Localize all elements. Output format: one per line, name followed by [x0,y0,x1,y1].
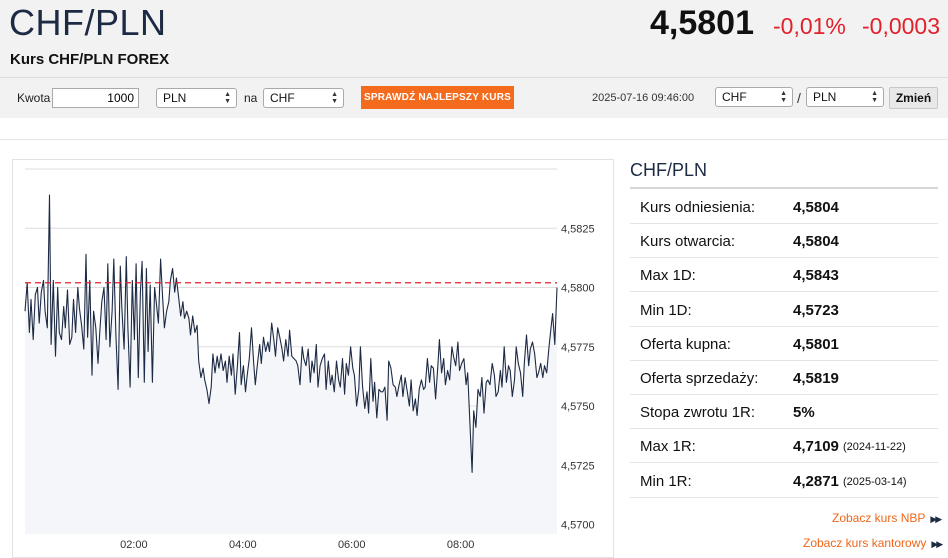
page-subtitle: Kurs CHF/PLN FOREX [10,51,170,68]
series-area [25,195,557,534]
double-chevron-icon: ▶▶ [931,539,943,549]
current-price: 4,5801 [650,4,754,42]
stats-row: Max 1R: 4,7109 (2024-11-22) [630,429,938,464]
stats-row: Kurs otwarcia: 4,5804 [630,224,938,259]
quote-datetime: 2025-07-16 09:46:00 [592,92,695,104]
change-absolute: -0,0003 [862,13,941,39]
stats-row: Min 1D: 4,5723 [630,293,938,327]
stats-date: (2024-11-22) [843,441,906,454]
to-label: na [244,91,258,105]
x-tick-label: 04:00 [229,539,257,551]
best-rate-button[interactable]: SPRAWDŹ NAJLEPSZY KURS [361,86,514,109]
stats-value: 4,2871 [793,472,839,490]
quote-currency-select[interactable]: PLN ▲ ▼ [806,87,884,107]
stats-divider [630,187,938,189]
to-currency-value: CHF [270,91,295,105]
stats-label: Kurs odniesienia: [640,199,756,216]
select-arrows-icon: ▲ ▼ [224,91,231,105]
y-tick-label: 4,5750 [561,401,595,413]
stats-label: Stopa zwrotu 1R: [640,404,756,422]
stats-label: Max 1D: [640,267,696,285]
pair-separator: / [797,90,801,106]
stats-value: 4,5804 [793,233,839,251]
y-tick-label: 4,5725 [561,460,595,472]
select-arrows-icon: ▲ ▼ [780,90,787,104]
y-tick-label: 4,5825 [561,223,595,235]
from-currency-select[interactable]: PLN ▲ ▼ [156,88,237,108]
stats-row: Stopa zwrotu 1R: 5% [630,395,938,430]
stats-label: Max 1R: [640,438,696,456]
stats-row: Min 1R: 4,2871 (2025-03-14) [630,464,938,498]
base-currency-select[interactable]: CHF ▲ ▼ [715,87,793,107]
stats-row: Oferta kupna: 4,5801 [630,327,938,361]
stats-row: Oferta sprzedaży: 4,5819 [630,361,938,395]
select-arrows-icon: ▲ ▼ [871,90,878,104]
stats-row: Max 1D: 4,5843 [630,258,938,293]
stats-value: 5% [793,404,815,422]
change-pair-button[interactable]: Zmień [889,87,938,109]
quote-header: CHF/PLN Kurs CHF/PLN FOREX 4,5801 -0,01%… [0,0,948,118]
stats-date: (2025-03-14) [843,475,907,488]
stats-row: Kurs odniesienia: 4,5804 [630,190,938,224]
stats-value: 4,5843 [793,267,839,285]
divider [0,77,948,78]
x-tick-label: 02:00 [120,539,148,551]
quote-currency-value: PLN [813,90,837,104]
x-tick-label: 06:00 [338,539,366,551]
to-currency-select[interactable]: CHF ▲ ▼ [263,88,344,108]
stats-value: 4,7109 [793,438,839,456]
price-chart: 4,5700 4,5725 4,5750 4,5775 4,5800 4,5825 02:0… [24,168,595,551]
amount-label: Kwota [17,91,51,105]
nbp-rate-link-label: Zobacz kurs NBP [832,511,926,525]
select-arrows-icon: ▲ ▼ [331,91,338,105]
nbp-rate-link[interactable]: Zobacz kurs NBP ▶▶ [832,511,942,525]
stats-label: Min 1R: [640,472,692,490]
stats-value: 4,5723 [793,301,839,319]
change-percent: -0,01% [773,13,846,39]
stats-title: CHF/PLN [630,160,708,180]
amount-input[interactable] [52,88,139,108]
stats-value: 4,5801 [793,335,839,353]
stats-label: Oferta sprzedaży: [640,370,759,387]
page-title: CHF/PLN [9,2,167,43]
stats-value: 4,5804 [793,199,839,216]
from-currency-value: PLN [163,91,187,105]
stats-label: Min 1D: [640,301,692,319]
stats-label: Kurs otwarcia: [640,233,736,251]
double-chevron-icon: ▶▶ [930,514,942,524]
y-tick-label: 4,5700 [561,520,595,532]
kantor-rate-link-label: Zobacz kurs kantorowy [803,536,927,550]
stats-label: Oferta kupna: [640,335,731,353]
stats-value: 4,5819 [793,370,839,387]
base-currency-value: CHF [722,90,747,104]
kantor-rate-link[interactable]: Zobacz kurs kantorowy ▶▶ [803,536,943,550]
x-tick-label: 08:00 [447,539,475,551]
y-tick-label: 4,5775 [561,342,595,354]
y-tick-label: 4,5800 [561,283,595,295]
